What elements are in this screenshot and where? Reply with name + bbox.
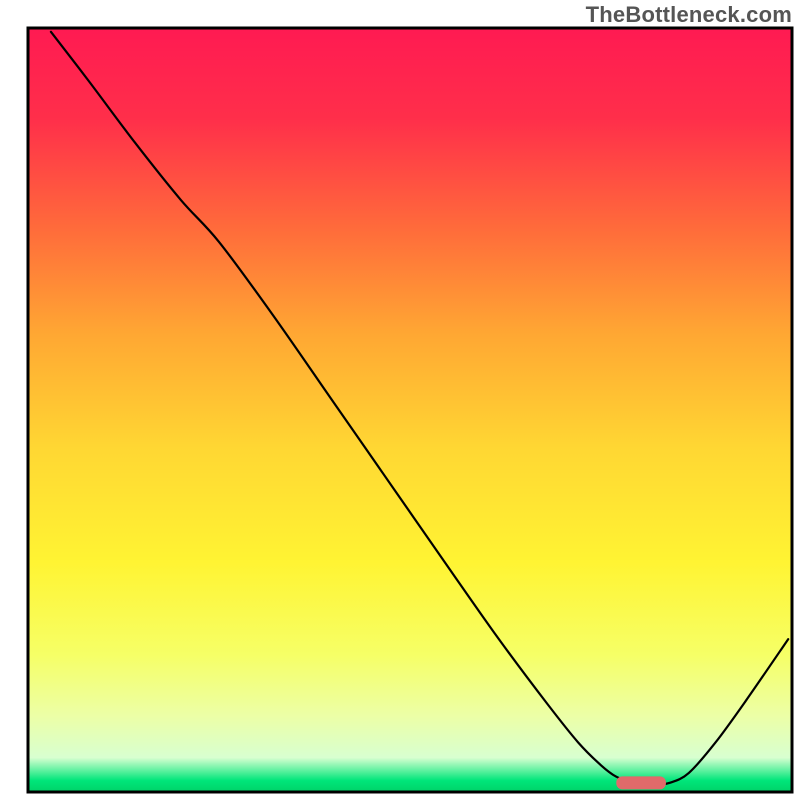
chart-background (28, 28, 792, 792)
bottleneck-chart (0, 0, 800, 800)
optimal-range-marker (616, 776, 666, 789)
watermark-text: TheBottleneck.com (586, 2, 792, 28)
